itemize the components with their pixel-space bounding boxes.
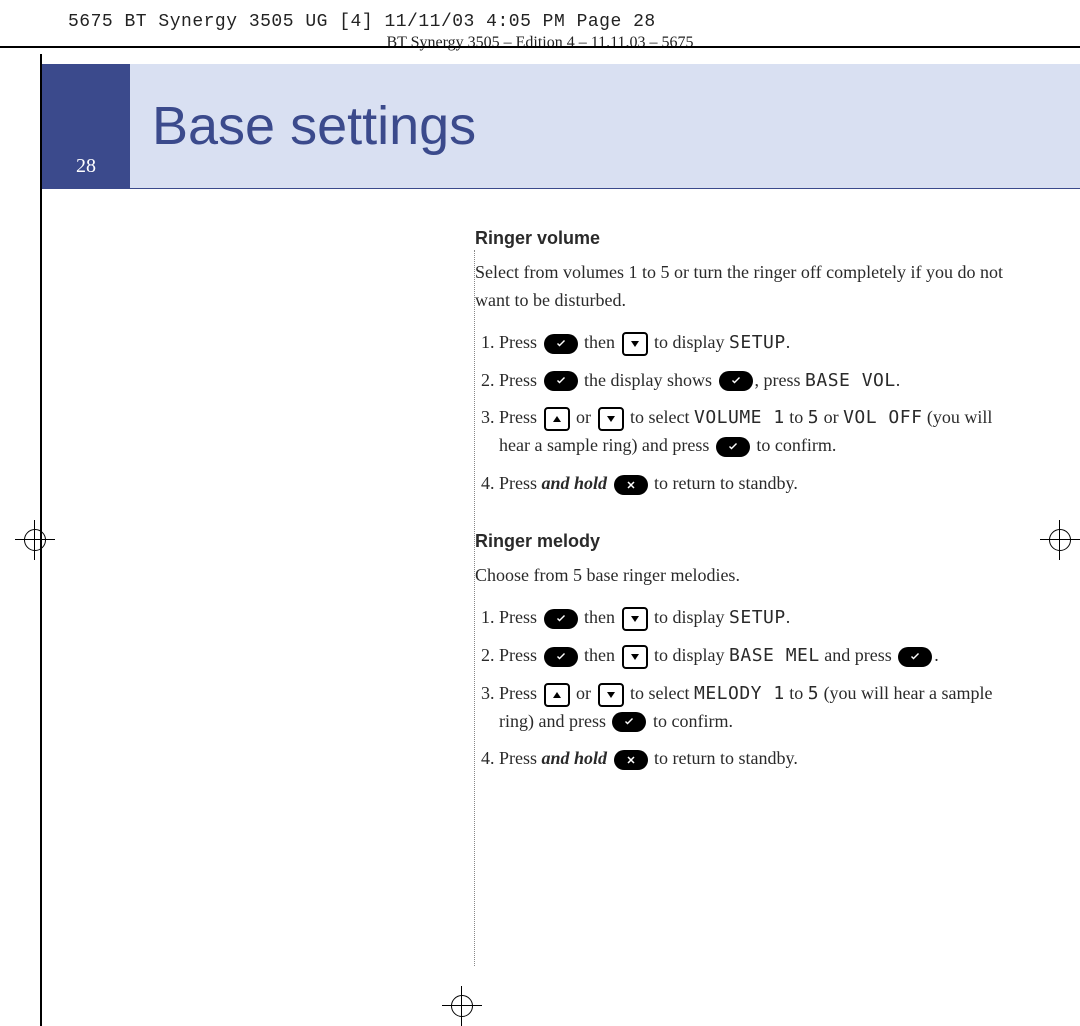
step-item: Press the display shows , press BASE VOL… bbox=[499, 367, 1020, 395]
page-body: 28 Base settings Ringer volume Select fro… bbox=[40, 54, 1080, 1026]
header-band: 28 Base settings bbox=[42, 64, 1080, 189]
page-title: Base settings bbox=[130, 64, 1080, 188]
content-column: Ringer volume Select from volumes 1 to 5 … bbox=[475, 189, 1020, 773]
cancel-button-icon bbox=[614, 475, 648, 495]
lcd-text: MELODY 1 bbox=[694, 683, 785, 704]
step-item: Press then to display SETUP. bbox=[499, 604, 1020, 632]
step-item: Press and hold to return to standby. bbox=[499, 745, 1020, 773]
down-arrow-icon bbox=[622, 607, 648, 631]
down-arrow-icon bbox=[622, 332, 648, 356]
ok-button-icon bbox=[612, 712, 646, 732]
ok-button-icon bbox=[719, 371, 753, 391]
down-arrow-icon bbox=[598, 407, 624, 431]
print-header: 5675 BT Synergy 3505 UG [4] 11/11/03 4:0… bbox=[0, 0, 1080, 32]
ok-button-icon bbox=[544, 371, 578, 391]
down-arrow-icon bbox=[598, 683, 624, 707]
section-intro: Select from volumes 1 to 5 or turn the r… bbox=[475, 259, 1020, 315]
lcd-text: VOLUME 1 bbox=[694, 407, 785, 428]
down-arrow-icon bbox=[622, 645, 648, 669]
section-heading: Ringer volume bbox=[475, 225, 1020, 253]
cancel-button-icon bbox=[614, 750, 648, 770]
up-arrow-icon bbox=[544, 683, 570, 707]
lcd-text: SETUP bbox=[729, 332, 786, 353]
lcd-text: BASE VOL bbox=[805, 370, 896, 391]
step-item: Press then to display SETUP. bbox=[499, 329, 1020, 357]
lcd-text: 5 bbox=[808, 683, 819, 704]
step-item: Press or to select VOLUME 1 to 5 or VOL … bbox=[499, 404, 1020, 460]
emphasis: and hold bbox=[542, 473, 608, 493]
up-arrow-icon bbox=[544, 407, 570, 431]
lcd-text: BASE MEL bbox=[729, 645, 820, 666]
crop-mark-top bbox=[0, 46, 1080, 48]
edition-line: BT Synergy 3505 – Edition 4 – 11.11.03 –… bbox=[0, 34, 1080, 52]
column-divider bbox=[474, 250, 475, 966]
lcd-text: VOL OFF bbox=[843, 407, 922, 428]
step-item: Press or to select MELODY 1 to 5 (you wi… bbox=[499, 680, 1020, 736]
section-intro: Choose from 5 base ringer melodies. bbox=[475, 562, 1020, 590]
ok-button-icon bbox=[544, 647, 578, 667]
ok-button-icon bbox=[544, 609, 578, 629]
page-number: 28 bbox=[42, 64, 130, 188]
lcd-text: 5 bbox=[808, 407, 819, 428]
emphasis: and hold bbox=[542, 748, 608, 768]
section-heading: Ringer melody bbox=[475, 528, 1020, 556]
ok-button-icon bbox=[716, 437, 750, 457]
ok-button-icon bbox=[898, 647, 932, 667]
ok-button-icon bbox=[544, 334, 578, 354]
steps-list: Press then to display SETUP. Press then t… bbox=[475, 604, 1020, 773]
step-item: Press and hold to return to standby. bbox=[499, 470, 1020, 498]
lcd-text: SETUP bbox=[729, 607, 786, 628]
steps-list: Press then to display SETUP. Press the di… bbox=[475, 329, 1020, 498]
step-item: Press then to display BASE MEL and press… bbox=[499, 642, 1020, 670]
